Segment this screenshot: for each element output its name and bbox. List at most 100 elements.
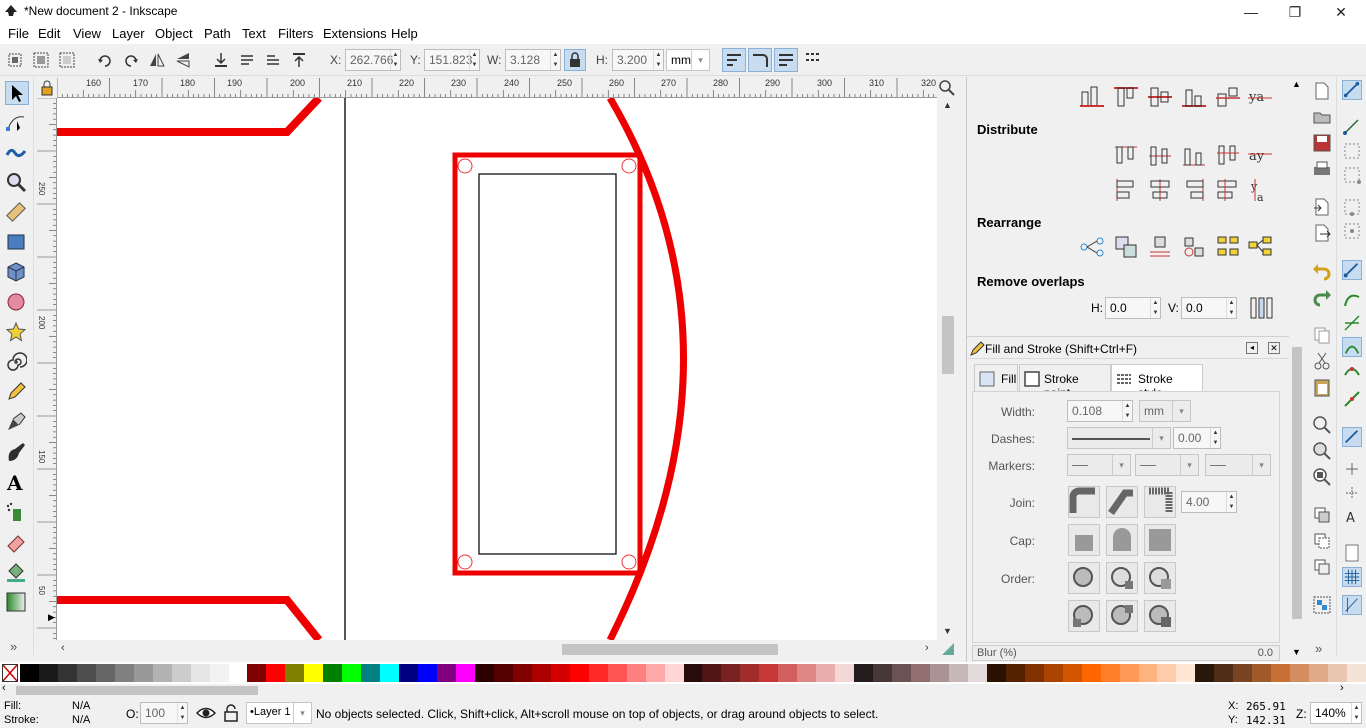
- vertical-ruler[interactable]: 250 200 150 50: [37, 98, 57, 640]
- deselect-icon[interactable]: [58, 51, 76, 69]
- grid-arrange-icon[interactable]: [1215, 234, 1241, 260]
- color-swatch[interactable]: [266, 664, 286, 682]
- overlap-v-input[interactable]: 0.0 ▲ ▼: [1181, 297, 1237, 319]
- tab-stroke-style[interactable]: Stroke style: [1111, 364, 1203, 400]
- menu-filters[interactable]: Filters: [278, 26, 313, 41]
- color-swatch[interactable]: [114, 664, 134, 682]
- color-swatch[interactable]: [645, 664, 665, 682]
- transform-gradients-toggle[interactable]: [774, 48, 798, 72]
- ruler-corner[interactable]: [37, 78, 57, 98]
- color-swatch[interactable]: [209, 664, 229, 682]
- snap-bbox-center-icon[interactable]: [1342, 221, 1362, 241]
- zoom-drawing-icon[interactable]: [1312, 441, 1332, 461]
- miter-limit-input[interactable]: 4.00 ▲ ▼: [1181, 491, 1237, 513]
- order-stroke-markers-button[interactable]: [1144, 600, 1176, 632]
- selector-tool[interactable]: [5, 81, 29, 105]
- color-swatch[interactable]: [948, 664, 968, 682]
- cut-icon[interactable]: [1312, 351, 1332, 371]
- stroke-width-unit-select[interactable]: mm ▾: [1139, 400, 1191, 422]
- flip-vertical-icon[interactable]: [174, 51, 192, 69]
- color-swatch[interactable]: [399, 664, 419, 682]
- color-swatch[interactable]: [854, 664, 874, 682]
- panel-close-button[interactable]: ✕: [1268, 342, 1280, 354]
- red-path-bottom[interactable]: [57, 596, 323, 640]
- close-button[interactable]: ✕: [1318, 0, 1364, 24]
- color-swatch[interactable]: [171, 664, 191, 682]
- vertical-scrollbar[interactable]: ▲ ▼: [940, 98, 956, 640]
- zoom-page-icon[interactable]: [1312, 467, 1332, 487]
- color-swatch[interactable]: [1176, 664, 1196, 682]
- print-icon[interactable]: [1312, 159, 1332, 179]
- color-swatch[interactable]: [437, 664, 457, 682]
- y-input[interactable]: 151.823 ▲ ▼: [424, 49, 480, 71]
- align-text-baseline-icon[interactable]: ya: [1247, 84, 1273, 110]
- color-swatch[interactable]: [1043, 664, 1063, 682]
- center-horizontal-axis-icon[interactable]: [1147, 84, 1173, 110]
- dock-scroll-thumb[interactable]: [1292, 347, 1302, 619]
- order-normal-button[interactable]: [1068, 562, 1100, 594]
- gradient-tool[interactable]: [5, 591, 29, 615]
- color-swatch[interactable]: [456, 664, 476, 682]
- snap-text-baseline-icon[interactable]: A: [1342, 507, 1362, 527]
- scale-stroke-toggle[interactable]: [722, 48, 746, 72]
- star-tool[interactable]: [5, 321, 29, 345]
- save-icon[interactable]: [1312, 133, 1332, 153]
- exchange-clockwise-icon[interactable]: [1181, 234, 1207, 260]
- distribute-top-icon[interactable]: [1113, 143, 1139, 169]
- color-swatch[interactable]: [1119, 664, 1139, 682]
- menu-object[interactable]: Object: [155, 26, 193, 41]
- copy-icon[interactable]: [1312, 325, 1332, 345]
- snap-bbox-corner-icon[interactable]: [1342, 165, 1362, 185]
- distribute-baseline-v-icon[interactable]: ay: [1247, 143, 1273, 169]
- lower-icon[interactable]: [238, 51, 256, 69]
- current-layer-select[interactable]: •Layer 1 ▾: [246, 702, 312, 724]
- order-markers-stroke-button[interactable]: [1106, 600, 1138, 632]
- cap-butt-button[interactable]: [1068, 524, 1100, 556]
- text-tool[interactable]: A: [5, 471, 29, 495]
- mid-marker-select[interactable]: ▾: [1135, 454, 1199, 476]
- lock-ratio-button[interactable]: [564, 49, 586, 71]
- distribute-right-icon[interactable]: [1181, 177, 1207, 203]
- zoom-selection-icon[interactable]: [1312, 415, 1332, 435]
- color-swatch[interactable]: [797, 664, 817, 682]
- dash-pattern-select[interactable]: ▾: [1067, 427, 1171, 449]
- clone-icon[interactable]: [1312, 531, 1332, 551]
- duplicate-icon[interactable]: [1312, 505, 1332, 525]
- color-swatch[interactable]: [1233, 664, 1253, 682]
- color-swatch[interactable]: [911, 664, 930, 682]
- redo-icon[interactable]: [1312, 287, 1332, 307]
- color-swatch[interactable]: [816, 664, 836, 682]
- no-paint-swatch[interactable]: [2, 664, 18, 682]
- color-swatch[interactable]: [683, 664, 703, 682]
- rotate-cw-icon[interactable]: [122, 51, 140, 69]
- layer-lock-icon[interactable]: [222, 703, 240, 723]
- color-swatch[interactable]: [1081, 664, 1101, 682]
- calligraphy-tool[interactable]: [5, 441, 29, 465]
- color-swatch[interactable]: [778, 664, 798, 682]
- color-swatch[interactable]: [1290, 664, 1310, 682]
- color-swatch[interactable]: [1005, 664, 1025, 682]
- horizontal-scrollbar[interactable]: ‹ ›: [57, 641, 937, 657]
- color-swatch[interactable]: [285, 664, 305, 682]
- start-marker-select[interactable]: ▾: [1067, 454, 1131, 476]
- menu-text[interactable]: Text: [242, 26, 266, 41]
- horizontal-ruler[interactable]: 160 170 180 190 200 210 220 230 240 250 …: [57, 78, 937, 98]
- stroke-width-input[interactable]: 0.108 ▲ ▼: [1067, 400, 1133, 422]
- fill-indicator[interactable]: N/A: [72, 700, 90, 712]
- spray-tool[interactable]: [5, 501, 29, 525]
- color-swatch[interactable]: [1024, 664, 1044, 682]
- eye-visibility-icon[interactable]: [196, 704, 216, 722]
- color-swatch[interactable]: [152, 664, 172, 682]
- color-swatch[interactable]: [20, 664, 39, 682]
- w-input[interactable]: 3.128 ▲ ▼: [505, 49, 561, 71]
- snap-others-toggle[interactable]: [1342, 427, 1362, 447]
- rotate-ccw-icon[interactable]: [96, 51, 114, 69]
- select-all-layers-icon[interactable]: [32, 51, 50, 69]
- menu-help[interactable]: Help: [391, 26, 418, 41]
- snap-bbox-edge-icon[interactable]: [1342, 141, 1362, 161]
- snap-bbox-midpoint-icon[interactable]: [1342, 197, 1362, 217]
- exchange-z-order-icon[interactable]: [1147, 234, 1173, 260]
- color-swatch[interactable]: [721, 664, 741, 682]
- remove-overlaps-icon[interactable]: [1249, 295, 1275, 321]
- blur-slider[interactable]: Blur (%) 0.0: [972, 645, 1280, 661]
